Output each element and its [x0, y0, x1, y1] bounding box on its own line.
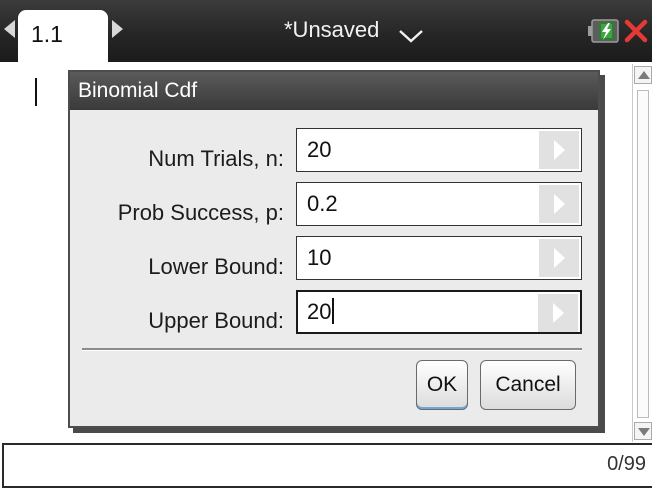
document-title[interactable]: *Unsaved — [284, 16, 379, 44]
ok-button[interactable]: OK — [416, 360, 468, 410]
binomial-cdf-dialog: Binomial Cdf Num Trials, n: 20 Prob Succ… — [68, 70, 600, 428]
chevron-right-icon[interactable] — [539, 239, 579, 277]
lower-bound-label: Lower Bound: — [148, 254, 284, 279]
chevron-left-icon[interactable] — [4, 20, 15, 38]
upper-bound-input[interactable]: 20 — [296, 290, 582, 334]
cancel-button[interactable]: Cancel — [480, 360, 576, 410]
status-bar: 0/99 — [2, 443, 652, 488]
upper-bound-label: Upper Bound: — [148, 308, 284, 333]
scroll-up-icon[interactable] — [634, 66, 652, 84]
chevron-right-icon[interactable] — [112, 20, 123, 38]
text-cursor — [35, 78, 37, 106]
lower-bound-value: 10 — [307, 245, 332, 270]
num-trials-label: Num Trials, n: — [148, 146, 284, 171]
tab-page-1-1[interactable]: 1.1 — [18, 10, 108, 62]
chevron-right-icon[interactable] — [539, 185, 579, 223]
character-count: 0/99 — [607, 453, 646, 475]
num-trials-input[interactable]: 20 — [296, 128, 582, 172]
chevron-right-icon[interactable] — [538, 294, 578, 332]
tab-label: 1.1 — [31, 21, 63, 47]
chevron-down-icon[interactable] — [398, 28, 424, 44]
prob-success-input[interactable]: 0.2 — [296, 182, 582, 226]
top-bar: 1.1 *Unsaved — [0, 0, 652, 62]
dialog-title: Binomial Cdf — [70, 72, 598, 110]
chevron-right-icon[interactable] — [539, 131, 579, 169]
upper-bound-value: 20 — [307, 299, 332, 324]
num-trials-value: 20 — [307, 137, 332, 162]
scroll-down-icon[interactable] — [634, 422, 652, 440]
lower-bound-input[interactable]: 10 — [296, 236, 582, 280]
scroll-track[interactable] — [637, 90, 649, 418]
input-caret — [332, 298, 335, 324]
dialog-divider — [82, 348, 582, 351]
prob-success-label: Prob Success, p: — [117, 200, 284, 225]
scrollbar[interactable] — [632, 64, 652, 442]
prob-success-value: 0.2 — [307, 191, 338, 216]
battery-icon — [588, 19, 619, 43]
close-icon[interactable] — [622, 16, 650, 46]
